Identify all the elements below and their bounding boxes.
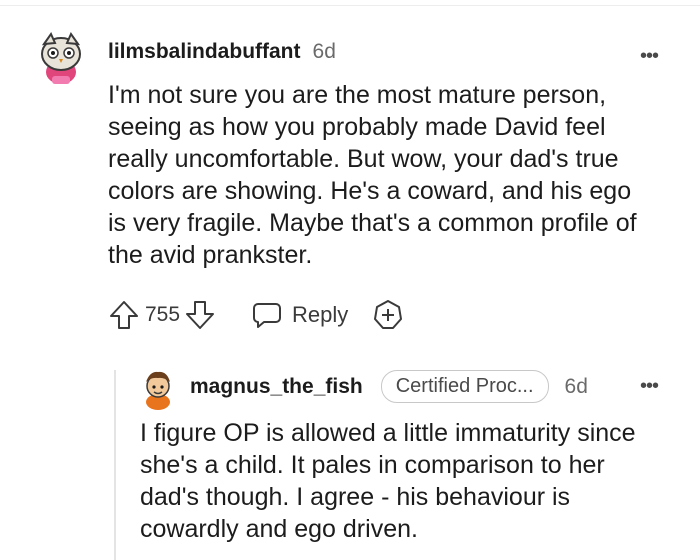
vote-score: 755 (145, 303, 181, 326)
award-button[interactable] (372, 299, 404, 331)
timestamp[interactable]: 6d (565, 375, 588, 399)
reply-label: Reply (292, 302, 349, 327)
username[interactable]: magnus_the_fish (190, 375, 363, 399)
more-options-icon[interactable]: ••• (640, 46, 659, 66)
comment-actions: 755 Reply (108, 296, 404, 334)
award-icon (372, 299, 404, 331)
avatar[interactable] (38, 28, 84, 88)
user-flair: Certified Proc... (380, 370, 549, 403)
more-options-icon[interactable]: ••• (640, 376, 659, 396)
thread-line[interactable] (114, 370, 116, 560)
comment-header: lilmsbalindabuffant 6d (108, 40, 336, 64)
chat-bubble-icon (252, 301, 282, 329)
comment-header: magnus_the_fish Certified Proc... 6d (190, 370, 588, 403)
reply-button[interactable]: Reply (252, 301, 348, 329)
avatar[interactable] (140, 368, 176, 410)
comment-body: I'm not sure you are the most mature per… (108, 81, 637, 269)
top-divider (0, 5, 700, 6)
downvote-icon[interactable] (184, 299, 216, 331)
timestamp[interactable]: 6d (313, 40, 336, 64)
comment-body: I figure OP is allowed a little immaturi… (140, 419, 636, 543)
upvote-icon[interactable] (108, 299, 140, 331)
username[interactable]: lilmsbalindabuffant (108, 40, 301, 64)
